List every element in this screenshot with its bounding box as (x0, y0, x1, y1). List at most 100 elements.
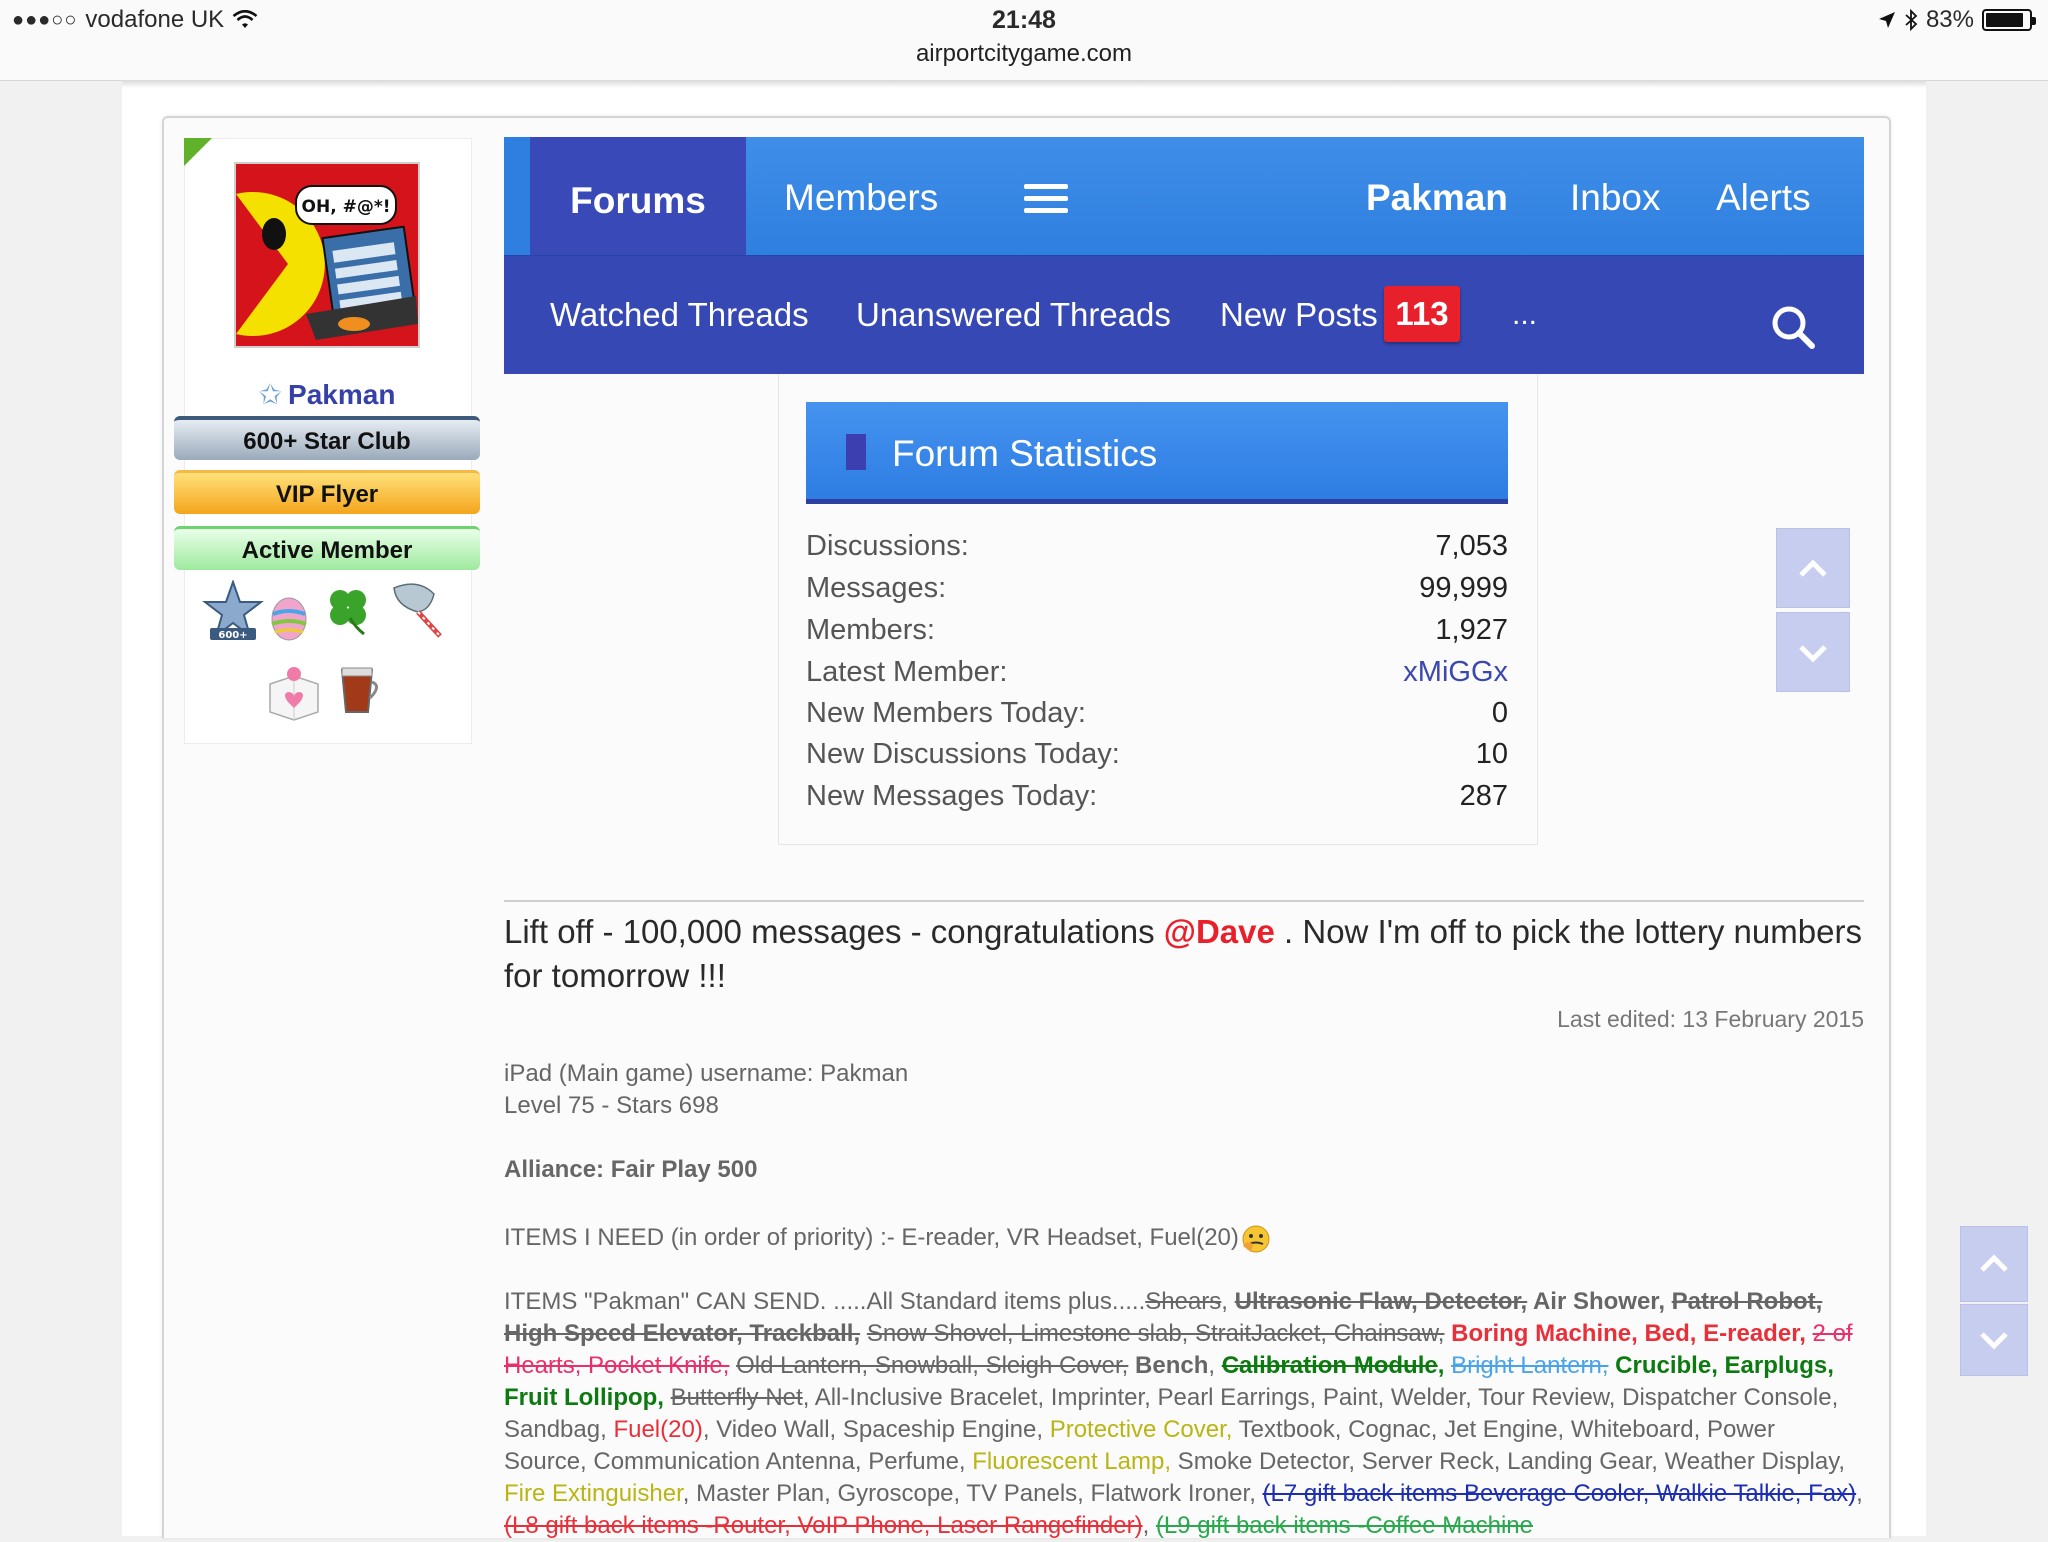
gift-box-icon[interactable] (264, 664, 326, 726)
item-segment: Bench (1135, 1352, 1209, 1379)
items-can-send: ITEMS "Pakman" CAN SEND. .....All Standa… (504, 1286, 1864, 1542)
signature-level-line: Level 75 - Stars 698 (504, 1092, 719, 1119)
status-bar: ●●●○○ vodafone UK 21:48 airportcitygame.… (0, 0, 2048, 81)
device-status: 83% (1878, 6, 2036, 34)
item-segment: Bright Lantern, (1451, 1352, 1609, 1379)
item-segment: , Master Plan, Gyroscope, TV Panels, Fla… (682, 1480, 1263, 1507)
battery-icon (1982, 9, 2036, 31)
watched-threads-link[interactable]: Watched Threads (550, 256, 809, 374)
svg-text:600+: 600+ (218, 630, 247, 641)
chevron-down-icon (1799, 645, 1827, 663)
item-segment (1128, 1352, 1135, 1379)
username-link[interactable]: ✩ Pakman (184, 378, 470, 411)
item-segment: Fuel(20) (613, 1416, 703, 1443)
address-bar[interactable]: airportcitygame.com (0, 40, 2048, 68)
username: Pakman (288, 379, 396, 410)
post-message: Lift off - 100,000 messages - congratula… (504, 910, 1864, 998)
item-segment: Fluorescent Lamp, (972, 1448, 1172, 1475)
item-segment: , (1208, 1352, 1222, 1379)
unanswered-threads-link[interactable]: Unanswered Threads (856, 256, 1171, 374)
fan-icon[interactable] (388, 580, 450, 642)
stat-row-discussions: Discussions: 7,053 (806, 530, 1508, 570)
stat-label: Messages: (806, 572, 947, 604)
signature-alliance: Alliance: Fair Play 500 (504, 1154, 1864, 1186)
thinking-emoji-icon (1242, 1225, 1270, 1253)
online-indicator (184, 138, 212, 166)
search-icon[interactable] (1770, 304, 1816, 350)
header-shadow (122, 80, 1926, 88)
hot-drink-icon[interactable] (332, 660, 394, 722)
post-text-start: Lift off - 100,000 messages - congratula… (504, 913, 1164, 950)
stat-label: Members: (806, 614, 935, 646)
item-segment: Shears (1145, 1288, 1222, 1315)
forum-statistics-header: Forum Statistics (806, 402, 1508, 504)
item-segment: (L8 gift back items -Router, VoIP Phone,… (504, 1512, 1143, 1539)
stat-value: 10 (1475, 738, 1508, 770)
item-segment: , (1221, 1288, 1235, 1315)
stat-row-messages: Messages: 99,999 (806, 572, 1508, 612)
account-link[interactable]: Pakman (1366, 137, 1508, 255)
item-segment: Boring Machine, Bed, E-reader, (1444, 1320, 1813, 1347)
badge-star-club: 600+ Star Club (174, 416, 480, 460)
svg-text:OH, #@*!: OH, #@*! (302, 197, 391, 217)
item-segment (860, 1320, 867, 1347)
last-edited-note: Last edited: 13 February 2015 (1557, 1006, 1864, 1032)
avatar[interactable]: OH, #@*! (234, 162, 420, 348)
stat-value: 7,053 (1435, 530, 1508, 562)
new-posts-link[interactable]: New Posts (1220, 256, 1378, 374)
stat-value: 287 (1459, 780, 1508, 812)
stat-value: 1,927 (1435, 614, 1508, 646)
more-menu-link[interactable]: ... (1512, 256, 1537, 374)
item-segment: Old Lantern, Snowball, Sleigh Cover, (736, 1352, 1129, 1379)
item-segment: Fire Extinguisher (504, 1480, 683, 1507)
page-scroll-up-button[interactable] (1960, 1226, 2028, 1302)
signature-items-needed: ITEMS I NEED (in order of priority) :- E… (504, 1222, 1864, 1254)
badge-active-member: Active Member (174, 526, 480, 570)
pacman-avatar-image: OH, #@*! (236, 164, 418, 346)
latest-member-link[interactable]: xMiGGx (1403, 656, 1508, 689)
stat-row-members: Members: 1,927 (806, 614, 1508, 654)
alliance-text: Alliance: Fair Play 500 (504, 1156, 758, 1183)
chevron-down-icon (1980, 1332, 2008, 1350)
scroll-up-button[interactable] (1776, 528, 1850, 608)
stat-label: New Members Today: (806, 697, 1086, 729)
stat-label: Discussions: (806, 530, 969, 562)
page-scroll-down-button[interactable] (1960, 1304, 2028, 1376)
chevron-up-icon (1980, 1254, 2008, 1272)
600-star-trophy-icon[interactable]: 600+ (202, 578, 264, 642)
signature-username-line: iPad (Main game) username: Pakman (504, 1060, 909, 1087)
stat-row-latest-member: Latest Member: xMiGGx (806, 656, 1508, 696)
forum-statistics-title: Forum Statistics (892, 433, 1158, 474)
new-posts-count-badge[interactable]: 113 (1384, 286, 1460, 342)
chevron-up-icon (1799, 559, 1827, 577)
mention-link[interactable]: @Dave (1164, 913, 1275, 950)
item-segment: Calibration Module (1221, 1352, 1438, 1379)
four-leaf-clover-icon[interactable] (320, 582, 382, 644)
bluetooth-icon (1905, 9, 1918, 31)
stat-label: New Messages Today: (806, 780, 1098, 812)
header-marker (846, 434, 866, 470)
stat-value: 0 (1491, 697, 1508, 729)
tab-forums[interactable]: Forums (530, 137, 746, 255)
battery-percent: 83% (1925, 6, 1974, 33)
item-segment: ITEMS "Pakman" CAN SEND. .....All Standa… (504, 1288, 1146, 1315)
item-segment: (L7 gift back items Beverage Cooler, Wal… (1262, 1480, 1857, 1507)
nav-left-edge (504, 137, 530, 255)
items-needed-text: ITEMS I NEED (in order of priority) :- E… (504, 1224, 1239, 1251)
stat-label: New Discussions Today: (806, 738, 1120, 770)
tab-members[interactable]: Members (784, 137, 938, 255)
star-icon: ✩ (258, 379, 283, 410)
item-segment: (L9 gift back items -Coffee Machine (1155, 1512, 1533, 1539)
inbox-link[interactable]: Inbox (1570, 137, 1661, 255)
item-segment: Snow Shovel, Limestone slab, StraitJacke… (866, 1320, 1445, 1347)
scroll-down-button[interactable] (1776, 612, 1850, 692)
item-segment: , (1856, 1480, 1863, 1507)
stat-row-new-members-today: New Members Today: 0 (806, 697, 1508, 737)
item-segment: Smoke Detector, Server Reck, Landing Gea… (1171, 1448, 1846, 1475)
item-segment: , (1437, 1352, 1452, 1379)
stat-row-new-messages-today: New Messages Today: 287 (806, 780, 1508, 820)
location-arrow-icon (1878, 12, 1895, 28)
stat-value: 99,999 (1419, 572, 1508, 604)
item-segment: Ultrasonic Flaw, Detector, (1234, 1288, 1528, 1315)
alerts-link[interactable]: Alerts (1716, 137, 1811, 255)
